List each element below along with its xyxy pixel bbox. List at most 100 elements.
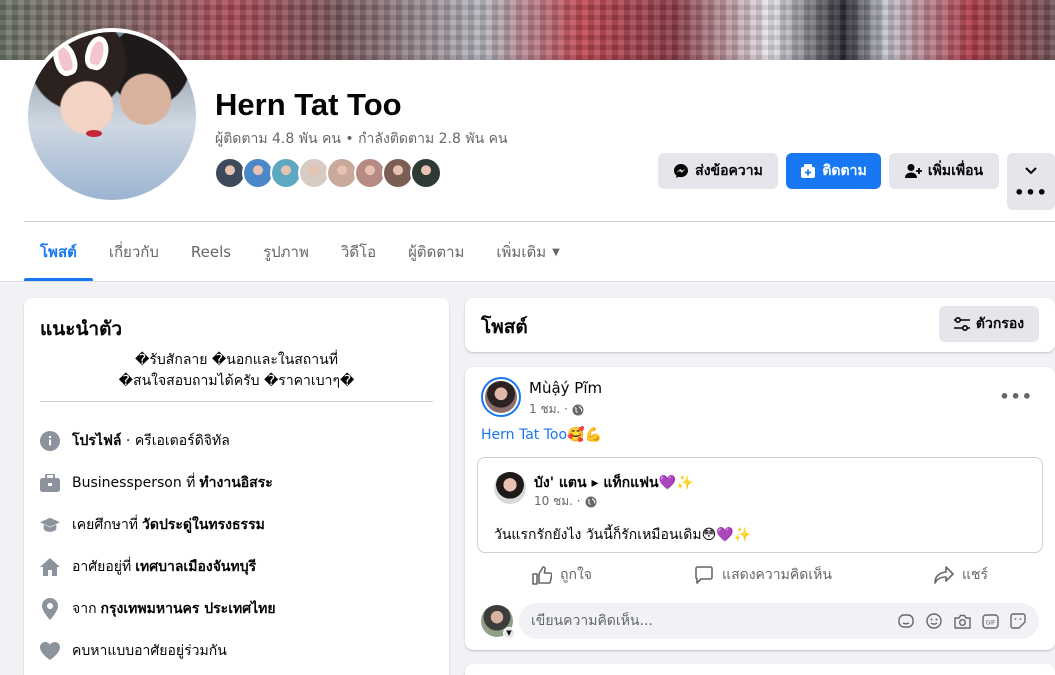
intro-item-work: Businessperson ที่ ทำงานอิสระ (40, 462, 433, 504)
tab-followers[interactable]: ผู้ติดตาม (392, 223, 480, 281)
bio: �รับสักลาย �นอกและในสถานที่ �สนใจสอบถามไ… (40, 350, 433, 392)
posts-title: โพสต์ (481, 316, 528, 338)
post-meta: 1 ชม. · (529, 400, 584, 419)
intro-item-text: จาก (72, 601, 97, 617)
friend-avatar[interactable] (410, 157, 442, 189)
message-label: ส่งข้อความ (695, 163, 763, 179)
globe-icon (572, 404, 584, 415)
tab-videos[interactable]: วิดีโอ (325, 223, 392, 281)
shared-text: วันแรกรักยังไง วันนี้ก็รักเหมือนเดิม😳💜✨ (494, 527, 752, 543)
share-label: แชร์ (961, 567, 988, 583)
camera-icon[interactable] (953, 612, 971, 630)
intro-item-text: อาศัยอยู่ที่ (72, 559, 132, 575)
messenger-icon (674, 164, 689, 178)
shared-post[interactable]: บัง' แตน ▸ แท็กแฟน💜✨ 10 ชม. · วันแรกรักย… (477, 457, 1043, 553)
follow-icon (801, 164, 816, 178)
bunny-ear-filter-icon (82, 33, 112, 73)
intro-item-profile: โปรไฟล์ · ครีเอเตอร์ดิจิทัล (40, 420, 433, 462)
comment-icon (695, 566, 713, 584)
gif-icon[interactable]: GIF (981, 612, 999, 630)
shared-time[interactable]: 10 ชม. · (534, 492, 581, 511)
next-post-card (465, 664, 1055, 675)
tab-label: เพิ่มเติม (496, 243, 547, 261)
comment-composer: ▼ เขียนความคิดเห็น... GIF (481, 603, 1039, 639)
add-friend-icon (904, 164, 922, 178)
graduation-cap-icon (40, 515, 60, 535)
thumbs-up-icon (532, 566, 553, 585)
follow-label: ติดตาม (822, 163, 867, 179)
info-icon (40, 431, 60, 451)
shared-author-avatar[interactable] (494, 472, 526, 504)
intro-item-text: เคยศึกษาที่ (72, 517, 139, 533)
posts-header-card: โพสต์ ตัวกรอง (465, 298, 1055, 352)
followers-count[interactable]: ผู้ติดตาม 4.8 พัน คน • กำลังติดตาม 2.8 พ… (215, 128, 508, 150)
emoji-icon[interactable] (925, 612, 943, 630)
comment-placeholder: เขียนความคิดเห็น... (531, 613, 653, 629)
post-actions: ถูกใจ แสดงความคิดเห็น แชร์ (481, 559, 1039, 591)
post-time[interactable]: 1 ชม. · (529, 400, 568, 419)
tab-photos[interactable]: รูปภาพ (247, 223, 325, 281)
intro-item-link[interactable]: ทำงานอิสระ (199, 475, 272, 491)
intro-item-residence: อาศัยอยู่ที่ เทศบาลเมืองจันทบุรี (40, 546, 433, 588)
like-button[interactable]: ถูกใจ (532, 564, 592, 586)
tab-posts[interactable]: โพสต์ (24, 223, 93, 281)
heart-icon (40, 641, 60, 661)
intro-details: โปรไฟล์ · ครีเอเตอร์ดิจิทัล Businesspers… (40, 420, 433, 672)
bio-line: �รับสักลาย �นอกและในสถานที่ (135, 352, 338, 368)
intro-item-text: Businessperson ที่ (72, 475, 196, 491)
share-button[interactable]: แชร์ (934, 564, 988, 586)
ellipsis-icon: ••• (1014, 182, 1048, 202)
intro-title: แนะนำตัว (40, 318, 123, 340)
location-icon (40, 598, 60, 620)
briefcase-icon (40, 473, 60, 493)
tab-label: Reels (190, 243, 232, 261)
comment-label: แสดงความคิดเห็น (722, 567, 832, 583)
intro-item-link[interactable]: วัดประดู่ในทรงธรรม (142, 517, 265, 533)
tab-label: โพสต์ (40, 243, 77, 261)
message-button[interactable]: ส่งข้อความ (658, 153, 778, 189)
post-text[interactable]: Hern Tat Too🥰💪 (481, 427, 602, 443)
filter-button[interactable]: ตัวกรอง (939, 306, 1039, 342)
globe-icon (585, 496, 597, 507)
tab-label: รูปภาพ (263, 243, 309, 261)
post-options-icon[interactable]: ••• (999, 387, 1033, 406)
sticker-icon[interactable] (1009, 612, 1027, 630)
filter-label: ตัวกรอง (975, 316, 1025, 332)
tab-about[interactable]: เกี่ยวกับ (93, 223, 175, 281)
intro-item-relationship: คบหาแบบอาศัยอยู่ร่วมกัน (40, 630, 433, 672)
intro-item-link[interactable]: เทศบาลเมืองจันทบุรี (135, 559, 256, 575)
tab-label: เกี่ยวกับ (108, 243, 159, 261)
like-label: ถูกใจ (560, 567, 593, 583)
friends-avatars[interactable] (214, 157, 442, 189)
tabs-more-button[interactable]: ••• (1007, 174, 1055, 210)
intro-divider (40, 401, 433, 402)
profile-avatar[interactable] (24, 28, 200, 204)
bio-line: �สนใจสอบถามได้ครับ �ราคาเบาๆ� (118, 373, 355, 389)
svg-text:GIF: GIF (985, 619, 995, 626)
follow-button[interactable]: ติดตาม (786, 153, 881, 189)
profile-tabs: โพสต์ เกี่ยวกับ Reels รูปภาพ วิดีโอ ผู้ต… (24, 223, 576, 281)
avatar-sticker-icon[interactable] (897, 612, 915, 630)
comment-input[interactable]: เขียนความคิดเห็น... GIF (519, 603, 1039, 639)
intro-item-education: เคยศึกษาที่ วัดประดู่ในทรงธรรม (40, 504, 433, 546)
intro-item-link[interactable]: กรุงเทพมหานคร ประเทศไทย (101, 601, 276, 617)
post-author-avatar[interactable] (481, 377, 521, 417)
intro-item-text: คบหาแบบอาศัยอยู่ร่วมกัน (72, 643, 227, 659)
shared-author-name[interactable]: บัง' แตน ▸ แท็กแฟน💜✨ (534, 472, 693, 494)
comment-button[interactable]: แสดงความคิดเห็น (694, 564, 832, 586)
intro-item-hometown: จาก กรุงเทพมหานคร ประเทศไทย (40, 588, 433, 630)
tab-label: วิดีโอ (340, 243, 377, 261)
add-friend-button[interactable]: เพิ่มเพื่อน (889, 153, 999, 189)
caret-down-icon: ▼ (552, 246, 560, 258)
tab-reels[interactable]: Reels (175, 223, 247, 281)
shared-meta: 10 ชม. · (534, 492, 597, 511)
chevron-down-icon: ▼ (503, 627, 515, 639)
add-friend-label: เพิ่มเพื่อน (927, 163, 984, 179)
intro-item-text: · ครีเอเตอร์ดิจิทัล (121, 433, 230, 449)
share-arrow-icon (934, 566, 954, 584)
tab-label: ผู้ติดตาม (408, 243, 465, 261)
current-user-avatar[interactable]: ▼ (481, 605, 515, 639)
tab-more[interactable]: เพิ่มเติม ▼ (480, 223, 575, 281)
intro-item-prefix: โปรไฟล์ (72, 433, 122, 449)
post-author-name[interactable]: Mùậý Pĩm (529, 379, 602, 397)
